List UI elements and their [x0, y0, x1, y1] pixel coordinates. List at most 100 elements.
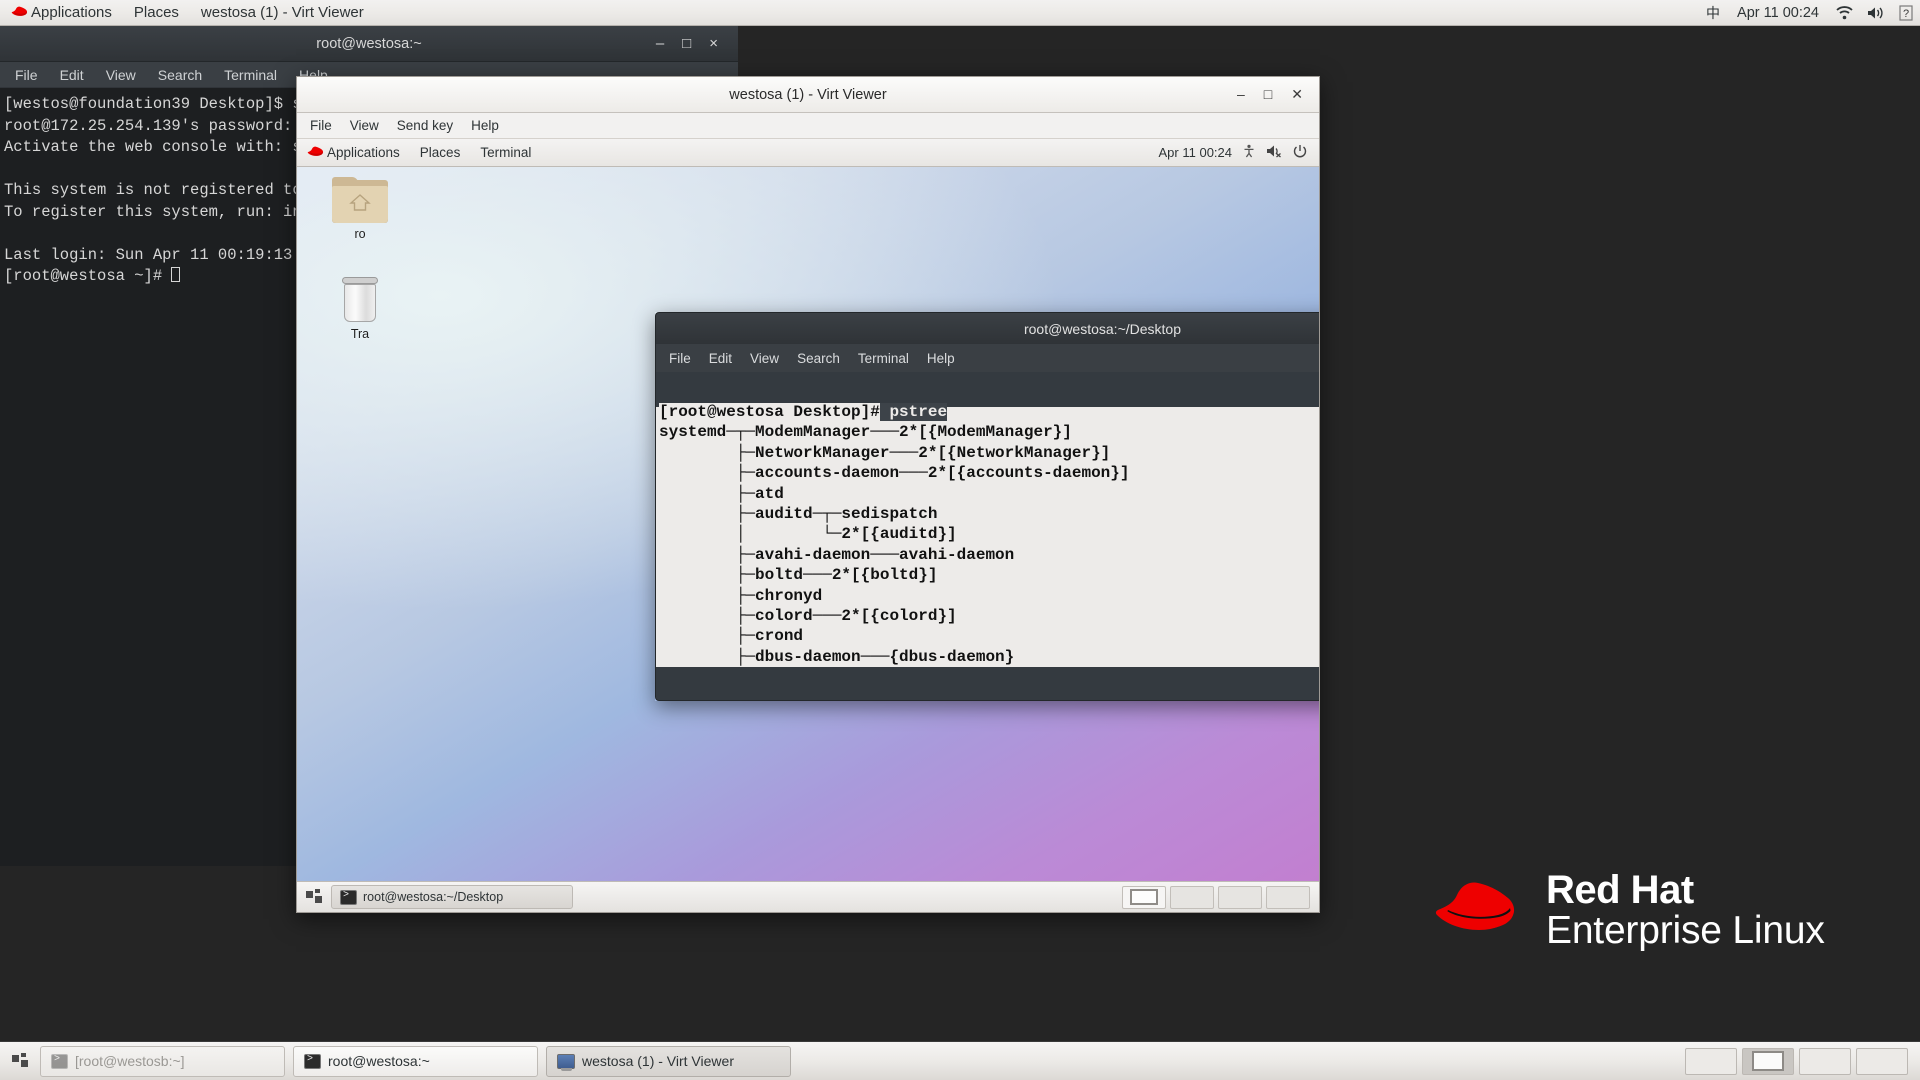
taskbar-button-westosa[interactable]: root@westosa:~	[293, 1045, 538, 1077]
active-window-title[interactable]: westosa (1) - Virt Viewer	[190, 0, 375, 25]
menu-help[interactable]: Help	[462, 118, 508, 133]
guest-workspace-1[interactable]	[1122, 885, 1166, 909]
home-folder-icon	[332, 177, 388, 223]
guest-desktop-icon-trash[interactable]: Tra	[317, 277, 403, 341]
close-icon[interactable]: ✕	[1291, 86, 1303, 103]
guest-icon-label: Tra	[350, 327, 370, 341]
trash-icon	[340, 277, 380, 323]
virt-viewer-window[interactable]: westosa (1) - Virt Viewer – □ ✕ File Vie…	[296, 76, 1320, 913]
guest-icon-label: ro	[354, 227, 366, 241]
workspace-2[interactable]	[1742, 1047, 1794, 1075]
guest-terminal-titlebar[interactable]: root@westosa:~/Desktop – □ ✕	[655, 312, 1319, 344]
menu-view[interactable]: View	[341, 118, 388, 133]
redhat-hat-icon	[11, 6, 28, 16]
guest-top-panel[interactable]: Applications Places Terminal Apr 11 00:2…	[297, 139, 1319, 167]
workspace-switcher[interactable]	[1685, 1047, 1914, 1075]
guest-desktop-icon-home[interactable]: ro	[317, 177, 403, 241]
guest-workspace-window-thumb	[1130, 889, 1158, 905]
guest-workspace-2[interactable]	[1170, 885, 1214, 909]
show-desktop-icon[interactable]	[6, 1046, 34, 1077]
taskbar-button-westosb[interactable]: [root@westosb:~]	[40, 1045, 285, 1077]
volume-icon[interactable]	[1860, 0, 1892, 25]
power-icon[interactable]	[1293, 144, 1307, 161]
input-method-indicator[interactable]: 中	[1699, 0, 1727, 25]
guest-places-menu[interactable]: Places	[410, 145, 471, 160]
home-glyph-icon	[349, 194, 371, 211]
guest-terminal-screen[interactable]: [root@westosa Desktop]# pstree systemd─┬…	[655, 372, 1319, 701]
terminal-dark-band-bottom	[656, 667, 1319, 700]
virt-viewer-menubar[interactable]: File View Send key Help	[297, 113, 1319, 139]
maximize-icon[interactable]: □	[682, 35, 691, 52]
close-icon[interactable]: ×	[709, 35, 718, 52]
pstree-line: ├─colord───2*[{colord}]	[659, 607, 957, 626]
rhel-wallpaper-logo: Red Hat Enterprise Linux	[1432, 870, 1825, 951]
volume-muted-icon-svg	[1267, 145, 1281, 158]
menu-edit[interactable]: Edit	[700, 351, 741, 366]
menu-view[interactable]: View	[741, 351, 788, 366]
taskbar-button-label: root@westosa:~	[328, 1053, 430, 1069]
host-taskbar[interactable]: [root@westosb:~] root@westosa:~ westosa …	[0, 1041, 1920, 1080]
host-top-panel[interactable]: Applications Places westosa (1) - Virt V…	[0, 0, 1920, 26]
guest-terminal-title: root@westosa:~/Desktop	[1023, 320, 1181, 337]
minimize-icon[interactable]: –	[1237, 86, 1245, 103]
places-menu[interactable]: Places	[123, 0, 190, 25]
menu-file[interactable]: File	[301, 118, 341, 133]
virt-viewer-titlebar[interactable]: westosa (1) - Virt Viewer – □ ✕	[297, 77, 1319, 113]
screen-root: Red Hat Enterprise Linux 课件 root@westosa…	[0, 0, 1920, 1080]
menu-file[interactable]: File	[6, 67, 47, 83]
taskbar-button-virt-viewer[interactable]: westosa (1) - Virt Viewer	[546, 1045, 791, 1077]
pstree-line: ├─chronyd	[659, 586, 823, 605]
wifi-icon[interactable]	[1829, 0, 1860, 25]
volume-icon-svg	[1868, 7, 1883, 18]
menu-search[interactable]: Search	[149, 67, 211, 83]
wifi-icon-svg	[1836, 5, 1853, 19]
brand-line-1: Red Hat	[1546, 868, 1694, 912]
pstree-line: ├─NetworkManager───2*[{NetworkManager}]	[659, 443, 1111, 462]
redhat-hat-icon	[307, 146, 324, 156]
guest-desktop: ro Tra root@westosa:~/Desktop – □ ✕	[297, 167, 1319, 881]
menu-view[interactable]: View	[97, 67, 145, 83]
pstree-command: pstree	[879, 403, 948, 421]
terminal-icon	[340, 889, 357, 905]
guest-show-desktop-icon[interactable]	[302, 885, 326, 909]
workspace-3[interactable]	[1799, 1047, 1851, 1075]
menu-search[interactable]: Search	[788, 351, 849, 366]
menu-edit[interactable]: Edit	[51, 67, 93, 83]
guest-applications-menu[interactable]: Applications	[297, 145, 410, 160]
guest-clock[interactable]: Apr 11 00:24	[1159, 145, 1232, 160]
redhat-hat-logo-icon	[1435, 882, 1515, 931]
guest-terminal-menubar[interactable]: File Edit View Search Terminal Help	[655, 344, 1319, 372]
guest-active-window-title[interactable]: Terminal	[470, 145, 541, 160]
guest-workspace-3[interactable]	[1218, 885, 1262, 909]
workspace-4[interactable]	[1856, 1047, 1908, 1075]
applications-menu[interactable]: Applications	[0, 0, 123, 25]
menu-terminal[interactable]: Terminal	[215, 67, 286, 83]
terminal-titlebar[interactable]: root@westosa:~ – □ ×	[0, 26, 738, 62]
guest-workspace-4[interactable]	[1266, 885, 1310, 909]
menu-terminal[interactable]: Terminal	[849, 351, 918, 366]
guest-applications-label: Applications	[327, 145, 400, 160]
taskbar-button-label: [root@westosb:~]	[75, 1053, 185, 1069]
virt-viewer-title: westosa (1) - Virt Viewer	[729, 86, 887, 103]
guest-taskbar-button-terminal[interactable]: root@westosa:~/Desktop	[331, 885, 573, 909]
pstree-line: systemd─┬─ModemManager───2*[{ModemManage…	[659, 423, 1072, 442]
terminal-line: This system is not registered to	[4, 181, 302, 199]
help-icon[interactable]: ?	[1892, 0, 1920, 25]
menu-file[interactable]: File	[660, 351, 700, 366]
pstree-line: ├─atd	[659, 484, 784, 503]
maximize-icon[interactable]: □	[1264, 86, 1272, 103]
menu-send-key[interactable]: Send key	[388, 118, 462, 133]
terminal-line: To register this system, run: ins	[4, 202, 311, 221]
guest-workspace-switcher[interactable]	[1122, 885, 1314, 909]
workspace-1[interactable]	[1685, 1047, 1737, 1075]
menu-help[interactable]: Help	[918, 351, 964, 366]
terminal-line: Last login: Sun Apr 11 00:19:13 2	[4, 245, 311, 264]
host-clock[interactable]: Apr 11 00:24	[1727, 5, 1829, 21]
accessibility-icon[interactable]	[1242, 144, 1256, 161]
guest-taskbar[interactable]: root@westosa:~/Desktop	[297, 881, 1319, 912]
guest-terminal-window[interactable]: root@westosa:~/Desktop – □ ✕ File Edit V…	[655, 312, 1319, 701]
volume-muted-icon[interactable]	[1266, 144, 1283, 161]
terminal-title: root@westosa:~	[316, 35, 422, 52]
terminal-line: Activate the web console with: sy	[4, 138, 311, 156]
minimize-icon[interactable]: –	[656, 35, 664, 52]
